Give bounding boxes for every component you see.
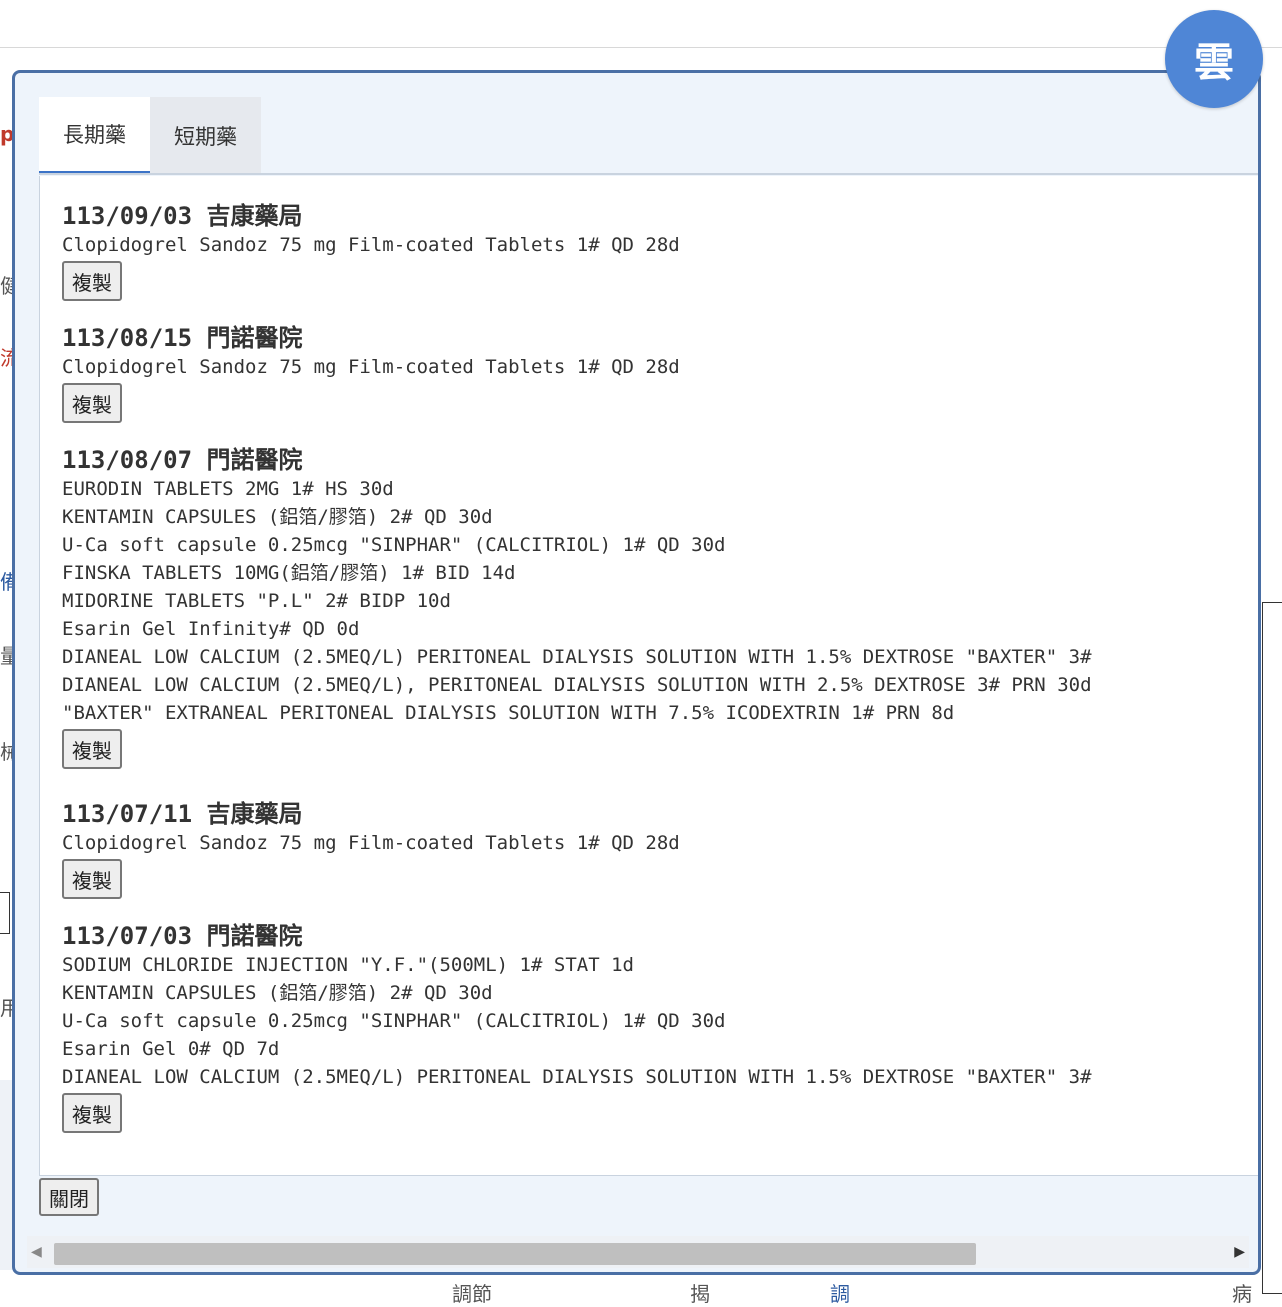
tab-short-term-medication[interactable]: 短期藥 xyxy=(150,97,261,175)
tab-underline xyxy=(39,173,1258,175)
tab-long-term-medication[interactable]: 長期藥 xyxy=(39,97,150,175)
medication-line: Esarin Gel 0# QD 7d xyxy=(62,1038,280,1060)
medication-line: DIANEAL LOW CALCIUM (2.5MEQ/L), PERITONE… xyxy=(62,674,1092,696)
medication-line: EURODIN TABLETS 2MG 1# HS 30d xyxy=(62,478,394,500)
tab-bar: 長期藥 短期藥 xyxy=(39,97,261,175)
bg-fragment: 調節 xyxy=(452,1282,492,1306)
medication-line: Clopidogrel Sandoz 75 mg Film-coated Tab… xyxy=(62,832,680,854)
medication-line: "BAXTER" EXTRANEAL PERITONEAL DIALYSIS S… xyxy=(62,702,955,724)
scroll-left-arrow-icon[interactable]: ◀ xyxy=(31,1244,42,1260)
medication-line: KENTAMIN CAPSULES (鋁箔/膠箔) 2# QD 30d xyxy=(62,506,493,528)
medication-history-dialog: 長期藥 短期藥 113/09/03 吉康藥局 Clopidogrel Sando… xyxy=(12,70,1261,1275)
bg-panel-fragment xyxy=(1262,602,1282,1294)
scrollbar-thumb[interactable] xyxy=(54,1243,976,1265)
scroll-right-arrow-icon[interactable]: ▶ xyxy=(1234,1244,1245,1260)
medication-line: Esarin Gel Infinity# QD 0d xyxy=(62,618,360,640)
medication-line: Clopidogrel Sandoz 75 mg Film-coated Tab… xyxy=(62,234,680,256)
bg-input-fragment xyxy=(0,892,10,934)
copy-button[interactable]: 複製 xyxy=(62,729,122,769)
medication-record: 113/09/03 吉康藥局 Clopidogrel Sandoz 75 mg … xyxy=(62,201,680,301)
medication-line: FINSKA TABLETS 10MG(鋁箔/膠箔) 1# BID 14d xyxy=(62,562,516,584)
bg-fragment: 病 xyxy=(1232,1282,1252,1306)
medication-line: Clopidogrel Sandoz 75 mg Film-coated Tab… xyxy=(62,356,680,378)
medication-line: U-Ca soft capsule 0.25mcg "SINPHAR" (CAL… xyxy=(62,1010,726,1032)
copy-button[interactable]: 複製 xyxy=(62,1093,122,1133)
medication-line: SODIUM CHLORIDE INJECTION "Y.F."(500ML) … xyxy=(62,954,634,976)
medication-record: 113/07/03 門諾醫院 SODIUM CHLORIDE INJECTION… xyxy=(62,921,1092,1133)
medication-line: KENTAMIN CAPSULES (鋁箔/膠箔) 2# QD 30d xyxy=(62,982,493,1004)
horizontal-scrollbar[interactable]: ◀ ▶ xyxy=(27,1236,1249,1268)
cloud-floating-button[interactable]: 雲 xyxy=(1165,10,1263,108)
close-button[interactable]: 關閉 xyxy=(39,1178,99,1216)
record-header: 113/07/03 門諾醫院 xyxy=(62,922,303,950)
bg-fragment: 揭 xyxy=(690,1282,710,1306)
record-header: 113/08/07 門諾醫院 xyxy=(62,446,303,474)
copy-button[interactable]: 複製 xyxy=(62,383,122,423)
record-header: 113/07/11 吉康藥局 xyxy=(62,800,303,828)
medication-line: DIANEAL LOW CALCIUM (2.5MEQ/L) PERITONEA… xyxy=(62,646,1092,668)
medication-line: U-Ca soft capsule 0.25mcg "SINPHAR" (CAL… xyxy=(62,534,726,556)
medication-record: 113/07/11 吉康藥局 Clopidogrel Sandoz 75 mg … xyxy=(62,799,680,899)
copy-button[interactable]: 複製 xyxy=(62,859,122,899)
medication-line: MIDORINE TABLETS "P.L" 2# BIDP 10d xyxy=(62,590,451,612)
page-top-divider xyxy=(0,47,1282,48)
copy-button[interactable]: 複製 xyxy=(62,261,122,301)
bg-fragment: 調 xyxy=(830,1282,850,1306)
medication-line: DIANEAL LOW CALCIUM (2.5MEQ/L) PERITONEA… xyxy=(62,1066,1092,1088)
medication-record: 113/08/15 門諾醫院 Clopidogrel Sandoz 75 mg … xyxy=(62,323,680,423)
medication-record-list[interactable]: 113/09/03 吉康藥局 Clopidogrel Sandoz 75 mg … xyxy=(39,176,1258,1176)
record-header: 113/09/03 吉康藥局 xyxy=(62,202,303,230)
record-header: 113/08/15 門諾醫院 xyxy=(62,324,303,352)
medication-record: 113/08/07 門諾醫院 EURODIN TABLETS 2MG 1# HS… xyxy=(62,445,1092,769)
